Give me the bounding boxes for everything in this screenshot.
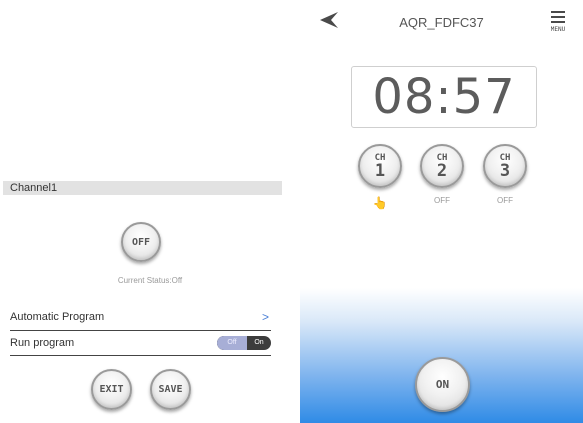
save-button[interactable]: SAVE xyxy=(150,369,191,410)
hand-pointer-icon: 👆 xyxy=(372,196,388,210)
clock-display: 08:57 xyxy=(351,66,537,128)
channel-3-button[interactable]: CH 3 xyxy=(483,144,527,188)
channel-3-number: 3 xyxy=(499,161,511,181)
device-title: AQR_FDFC37 xyxy=(399,15,484,30)
menu-label: MENU xyxy=(550,26,566,33)
run-program-label: Run program xyxy=(10,337,75,349)
run-program-toggle[interactable]: Off On xyxy=(217,336,271,350)
chevron-right-icon: > xyxy=(261,310,269,324)
channel-2-number: 2 xyxy=(436,161,448,181)
divider xyxy=(10,355,271,356)
toggle-off-option: Off xyxy=(217,336,247,350)
exit-button[interactable]: EXIT xyxy=(91,369,132,410)
current-status-text: Current Status:Off xyxy=(117,276,183,285)
toggle-on-option: On xyxy=(254,339,264,346)
automatic-program-label: Automatic Program xyxy=(10,311,105,323)
channel-1-button[interactable]: CH 1 xyxy=(358,144,402,188)
channel-1-number: 1 xyxy=(374,161,386,181)
channel-2-button[interactable]: CH 2 xyxy=(420,144,464,188)
channel-settings-panel: Channel1 OFF Current Status:Off Automati… xyxy=(0,0,300,423)
channel-header: Channel1 xyxy=(3,181,282,195)
automatic-program-row[interactable]: Automatic Program > xyxy=(10,309,271,325)
hamburger-menu-icon[interactable]: MENU xyxy=(549,11,567,33)
off-button[interactable]: OFF xyxy=(121,222,161,262)
channel-2-status: OFF xyxy=(434,196,450,205)
on-button[interactable]: ON xyxy=(415,357,470,412)
channel-3-status: OFF xyxy=(497,196,513,205)
device-control-panel: AQR_FDFC37 MENU 08:57 CH 1 CH 2 CH 3 👆 O… xyxy=(300,0,583,423)
divider xyxy=(10,330,271,331)
